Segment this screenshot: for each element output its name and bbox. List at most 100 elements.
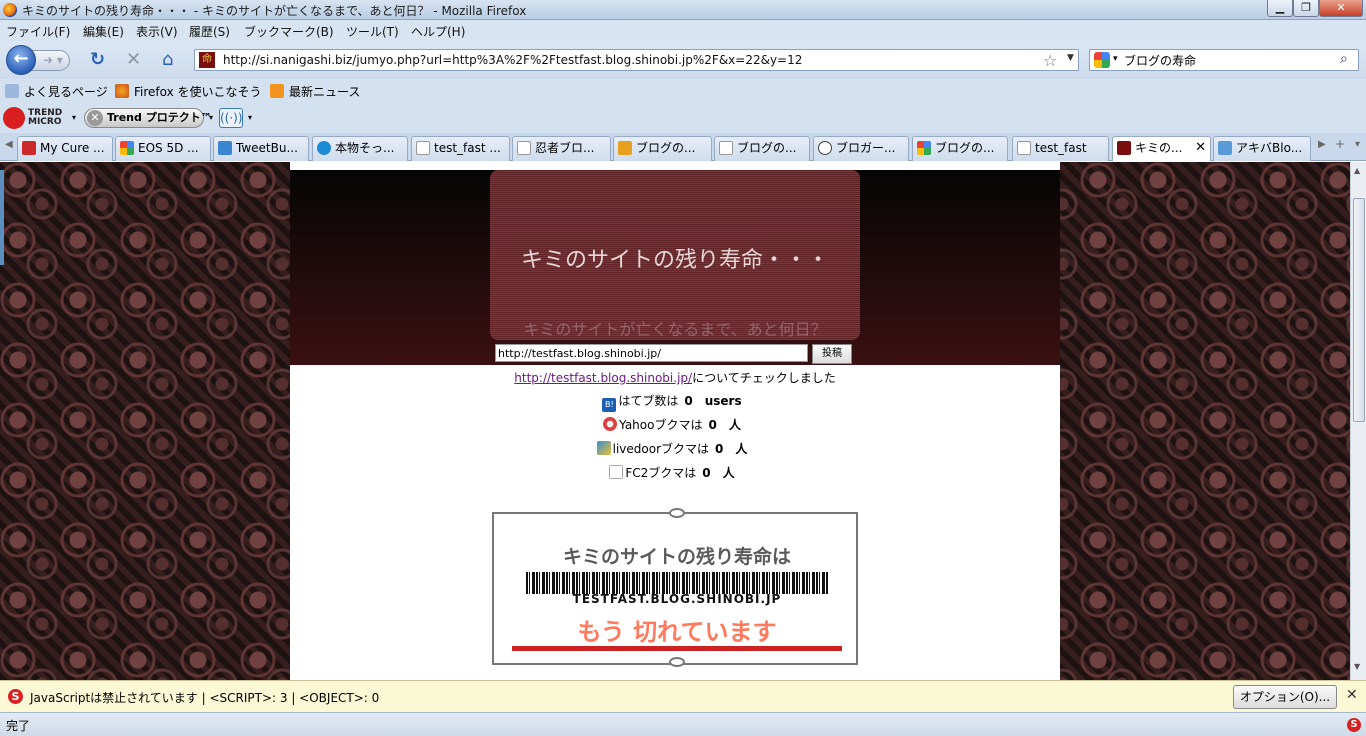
tab[interactable]: 本物そっ... [312,136,408,161]
page-icon [416,141,430,155]
search-icon[interactable]: ⌕ [1340,51,1348,67]
bookmark-most-visited[interactable]: よく見るページ [5,83,108,100]
tab[interactable]: ブログの... [912,136,1008,161]
site-favicon: 命 [199,52,215,68]
post-button[interactable]: 投稿 [812,344,852,364]
tab[interactable]: test_fast [1012,136,1109,161]
bookmarks-bar: よく見るページ Firefox を使いこなそう 最新ニュース [0,79,1366,103]
tab[interactable]: ブログの... [714,136,810,161]
tab[interactable]: My Cure ... [17,136,113,161]
tab-favicon [120,141,134,155]
page-icon [517,141,531,155]
sidebar-grip[interactable] [0,170,4,265]
scroll-up-icon[interactable]: ▲ [1354,166,1360,175]
noscript-notification-bar: S JavaScriptは禁止されています | <SCRIPT>: 3 | <O… [0,680,1366,712]
home-icon[interactable]: ⌂ [162,51,173,69]
trend-protect-button[interactable]: ✕ Trend プロテクト™ [84,108,212,128]
stop-icon[interactable]: ✕ [126,51,141,69]
status-text: 完了 [6,719,31,733]
hatena-icon: B! [602,398,617,412]
site-url-input[interactable] [495,344,808,362]
minimize-button[interactable]: ▁ [1267,0,1293,17]
yahoo-icon [603,417,618,431]
lifespan-ticket: キミのサイトの残り寿命は TESTFAST.BLOG.SHINOBI.JP もう… [492,508,858,667]
rss-icon [270,84,284,98]
scrollbar-thumb[interactable] [1353,198,1365,422]
menu-view[interactable]: 表示(V) [136,23,178,40]
url-bar[interactable]: 命 ☆ ▼ [194,49,1079,71]
trend-toolbar: TREND MICRO ▾ ✕ Trend プロテクト™ ▾ ((·)) ▾ [0,103,1366,133]
protect-dropdown-icon[interactable]: ▾ [209,113,213,122]
trend-dropdown-icon[interactable]: ▾ [72,113,76,122]
url-dropdown-icon[interactable]: ▼ [1067,53,1074,63]
navigation-toolbar: ➜ ▾ ← ↻ ✕ ⌂ 命 ☆ ▼ ▾ ⌕ [0,41,1366,79]
tab[interactable]: 忍者ブロ... [512,136,611,161]
result-row: FC2ブクマは 0 人 [290,464,1060,481]
tab[interactable]: TweetBu... [213,136,309,161]
firefox-icon [115,84,129,98]
trend-micro-label: TREND MICRO [28,108,63,127]
livedoor-icon [596,441,611,455]
scroll-down-icon[interactable]: ▼ [1354,662,1360,671]
bookmark-firefox-guide[interactable]: Firefox を使いこなそう [115,83,262,100]
menu-bookmarks[interactable]: ブックマーク(B) [244,23,334,40]
wireless-icon[interactable]: ((·)) [219,108,243,128]
tab[interactable]: ブログの... [613,136,712,161]
title-bar: キミのサイトの残り寿命・・・ - キミのサイトが亡くなるまで、あと何日？ - M… [0,0,1366,20]
page-body: キミのサイトの残り寿命・・・ キミのサイトが亡くなるまで、あと何日？ 投稿 ht… [290,162,1060,680]
tab-favicon [22,141,36,155]
checked-url-link[interactable]: http://testfast.blog.shinobi.jp/ [514,371,692,385]
tab-favicon [317,141,331,155]
tab-favicon [917,141,931,155]
tab[interactable]: EOS 5D ... [115,136,211,161]
tab[interactable]: アキバBlo... [1213,136,1311,161]
tab[interactable]: test_fast ... [411,136,510,161]
trend-micro-logo-icon [3,107,25,129]
tab-active[interactable]: キミの... ✕ [1112,136,1211,161]
close-tab-icon[interactable]: ✕ [1195,137,1206,159]
menu-history[interactable]: 履歴(S) [189,23,230,40]
result-row: Yahooブクマは 0 人 [290,416,1060,433]
back-button[interactable]: ← [6,45,36,75]
bookmark-latest-news[interactable]: 最新ニュース [270,83,360,100]
maximize-button[interactable]: ❐ [1293,0,1319,17]
site-title: キミのサイトの残り寿命・・・ [520,248,829,273]
bookmark-star-icon[interactable]: ☆ [1043,51,1057,70]
menu-edit[interactable]: 編集(E) [83,23,124,40]
page-viewport: キミのサイトの残り寿命・・・ キミのサイトが亡くなるまで、あと何日？ 投稿 ht… [0,162,1350,680]
menu-file[interactable]: ファイル(F) [6,23,70,40]
tab-favicon [218,141,232,155]
ticket-notch [669,657,685,667]
close-icon[interactable]: ✕ [1346,687,1358,703]
search-bar[interactable]: ▾ ⌕ [1089,49,1359,71]
tab[interactable]: ブロガー... [813,136,909,161]
ticket-title: キミのサイトの残り寿命は [562,546,791,568]
url-input[interactable] [223,52,1033,68]
menu-bar: ファイル(F) 編集(E) 表示(V) 履歴(S) ブックマーク(B) ツール(… [0,20,1366,41]
wireless-dropdown-icon[interactable]: ▾ [248,113,252,122]
noscript-status-icon[interactable]: S [1347,718,1361,732]
noscript-icon: S [8,689,23,704]
ticket-underline [512,646,842,651]
tab-strip: ◀ My Cure ... EOS 5D ... TweetBu... 本物そっ… [0,133,1366,161]
close-icon: ✕ [87,110,103,126]
new-tab-icon[interactable]: + [1335,137,1345,151]
options-button[interactable]: オプション(O)... [1233,685,1337,709]
search-input[interactable] [1124,52,1324,68]
page-icon [5,84,19,98]
search-engine-dropdown-icon[interactable]: ▾ [1113,54,1118,64]
tab-scroll-right-icon[interactable]: ▶ [1318,139,1326,150]
tab-list-icon[interactable]: ▾ [1355,139,1360,150]
ticket-domain: TESTFAST.BLOG.SHINOBI.JP [572,592,782,606]
forward-button[interactable]: ➜ ▾ [30,50,70,71]
status-bar: 完了 S [0,712,1366,736]
close-window-button[interactable]: ✕ [1319,0,1363,17]
google-icon[interactable] [1094,52,1110,68]
result-row: B! はてブ数は 0 users [290,392,1060,412]
tab-scroll-left-icon[interactable]: ◀ [5,139,13,150]
menu-help[interactable]: ヘルプ(H) [411,23,465,40]
vertical-scrollbar[interactable]: ▲ ▼ [1350,162,1366,680]
menu-tools[interactable]: ツール(T) [346,23,399,40]
result-row: livedoorブクマは 0 人 [290,440,1060,457]
reload-icon[interactable]: ↻ [90,51,105,69]
